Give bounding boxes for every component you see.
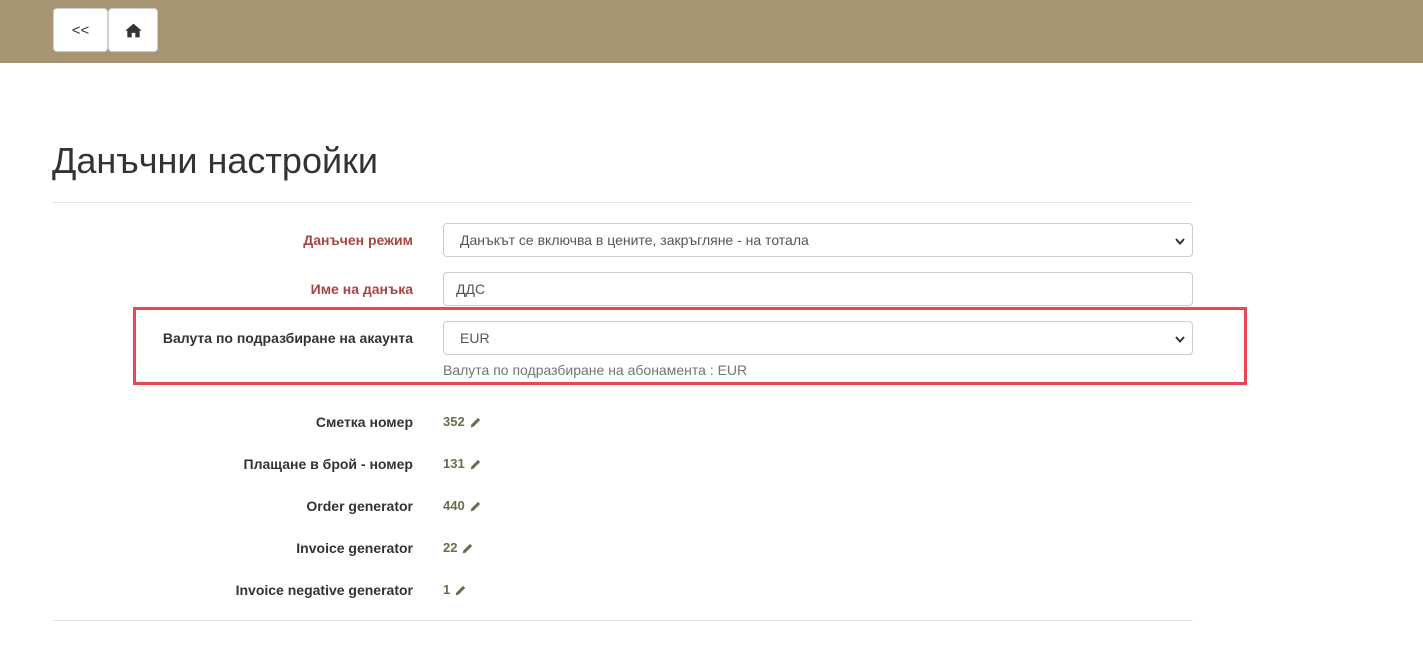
page-title: Данъчни настройки <box>52 140 378 181</box>
counter-label: Invoice generator <box>296 540 413 556</box>
next-section-heading-clipped <box>52 636 66 646</box>
pencil-icon[interactable] <box>469 458 482 471</box>
counter-number: 131 <box>443 456 465 471</box>
title-divider <box>52 202 1193 203</box>
counter-value: 1 <box>443 580 467 600</box>
counter-label: Order generator <box>306 498 413 514</box>
pencil-icon[interactable] <box>454 584 467 597</box>
currency-value: EUR <box>460 330 490 346</box>
pencil-icon[interactable] <box>469 500 482 513</box>
currency-select[interactable]: EUR <box>443 321 1193 355</box>
counter-value: 22 <box>443 538 474 558</box>
home-button[interactable] <box>108 8 158 52</box>
counter-label: Invoice negative generator <box>235 582 413 598</box>
currency-label: Валута по подразбиране на акаунта <box>162 330 413 346</box>
chevron-down-icon <box>1174 234 1186 250</box>
counter-label: Плащане в брой - номер <box>243 456 413 472</box>
tax-name-label: Име на данъка <box>310 281 413 297</box>
counter-number: 440 <box>443 498 465 513</box>
counter-number: 1 <box>443 582 451 597</box>
pencil-icon[interactable] <box>461 542 474 555</box>
counter-label: Сметка номер <box>315 414 413 430</box>
counter-value: 131 <box>443 454 482 474</box>
tax-mode-value: Данъкът се включва в цените, закръгляне … <box>460 232 809 248</box>
tax-name-input[interactable]: ДДС <box>443 272 1193 306</box>
tax-mode-select[interactable]: Данъкът се включва в цените, закръгляне … <box>443 223 1193 257</box>
counter-number: 22 <box>443 540 458 555</box>
counter-value: 440 <box>443 496 482 516</box>
back-button[interactable]: << <box>53 8 108 52</box>
section-divider <box>52 620 1193 621</box>
chevron-down-icon <box>1174 332 1186 348</box>
top-bar: << <box>0 0 1423 63</box>
counter-value: 352 <box>443 412 482 432</box>
pencil-icon[interactable] <box>469 416 482 429</box>
currency-help-text: Валута по подразбиране на абонамента : E… <box>443 362 748 378</box>
home-icon <box>124 23 142 38</box>
counter-number: 352 <box>443 414 465 429</box>
tax-mode-label: Данъчен режим <box>303 232 413 248</box>
